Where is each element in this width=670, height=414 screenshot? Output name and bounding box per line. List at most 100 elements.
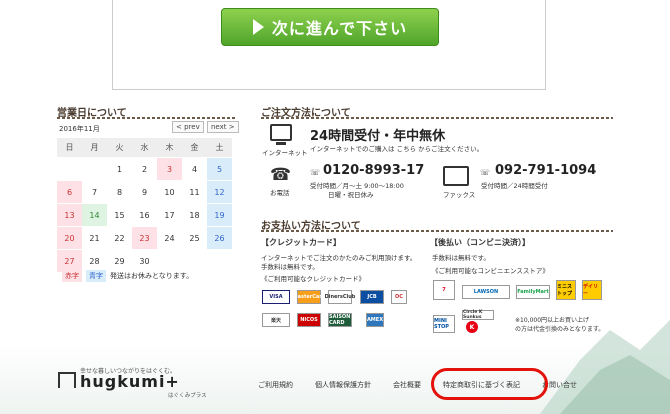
- nicos-logo: NICOS: [297, 313, 321, 327]
- day-cell: [157, 250, 182, 272]
- calendar-month: 2016年11月: [59, 125, 100, 133]
- house-icon: [58, 372, 76, 388]
- calendar-legend: 赤字 青字 発送はお休みとなります。: [62, 270, 193, 282]
- day-cell: 7: [91, 187, 98, 197]
- day-cell: 9: [141, 187, 148, 197]
- day-cell: 6: [57, 181, 82, 203]
- weekday-sat: 土: [207, 138, 232, 157]
- daily-logo: デイリー: [582, 280, 602, 300]
- day-cell: 15: [114, 210, 125, 220]
- day-cell: 23: [132, 227, 157, 249]
- day-cell: 4: [191, 164, 198, 174]
- footer-logo[interactable]: hugkumi+: [80, 372, 180, 391]
- monitor-stand: [276, 142, 286, 145]
- seven-eleven-logo: 7: [433, 280, 455, 300]
- mastercard-logo: MasterCard: [293, 290, 325, 304]
- legend-text: 発送はお休みとなります。: [110, 272, 194, 280]
- phone-label: お電話: [270, 189, 290, 197]
- credit-cards-title: 《ご利用可能なクレジットカード》: [261, 275, 365, 283]
- day-cell: 17: [164, 210, 175, 220]
- conv-stores-title: 《ご利用可能なコンビニエンスストア》: [432, 267, 549, 275]
- day-cell: 3: [157, 158, 182, 180]
- mini-stop-logo: MINI STOP: [433, 315, 455, 333]
- diners-logo: DinersClub: [325, 290, 355, 304]
- freedial-icon: ☏: [310, 168, 321, 177]
- internet-subtext: インターネットでのご購入は こちら からご注文ください。: [310, 145, 484, 153]
- divider: [261, 230, 613, 232]
- weekday-sun: 日: [57, 138, 82, 157]
- freedial-icon: ☏: [480, 168, 491, 177]
- amex-logo: AMEX: [366, 313, 384, 327]
- day-cell: 19: [207, 204, 232, 226]
- next-step-label: 次に進んで下さい: [271, 19, 408, 38]
- day-cell: 25: [189, 233, 200, 243]
- credit-desc-2: 手数料は無料です。: [261, 263, 319, 271]
- play-icon: [252, 19, 264, 35]
- footer-link-company[interactable]: 会社概要: [393, 380, 421, 390]
- monitor-icon: [270, 124, 292, 141]
- day-cell: 30: [139, 256, 150, 266]
- next-step-button[interactable]: 次に進んで下さい: [221, 8, 439, 46]
- conv-desc: 手数料は無料です。: [432, 254, 490, 262]
- circle-k-sunkus-label: Circle K Sunkus: [462, 310, 494, 320]
- visa-logo: VISA: [262, 290, 290, 304]
- saison-logo: SAISON CARD: [328, 313, 352, 327]
- divider: [261, 117, 613, 119]
- ministop-alt-logo: ミニストップ: [556, 280, 576, 300]
- day-cell: 12: [207, 181, 232, 203]
- day-cell: [182, 250, 207, 272]
- day-cell-today: 14: [82, 204, 107, 226]
- highlight-circle: [431, 368, 548, 400]
- phone-number: 0120-8993-17: [323, 163, 425, 178]
- footer-link-terms[interactable]: ご利用規約: [258, 380, 293, 390]
- day-cell: 28: [89, 256, 100, 266]
- day-cell: 26: [207, 227, 232, 249]
- calendar-next-button[interactable]: next >: [207, 121, 239, 133]
- weekday-mon: 月: [82, 138, 107, 157]
- day-cell: [207, 250, 232, 272]
- phone-holidays: 日曜・祝日休み: [328, 191, 374, 199]
- day-cell: 10: [164, 187, 175, 197]
- day-cell: 2: [141, 164, 148, 174]
- divider: [57, 117, 235, 119]
- fax-icon: [443, 166, 469, 186]
- fax-label: ファックス: [443, 191, 476, 199]
- day-cell: 24: [164, 233, 175, 243]
- weekday-tue: 火: [107, 138, 132, 157]
- jcb-logo: JCB: [360, 290, 384, 304]
- legend-red-badge: 赤字: [62, 270, 82, 282]
- weekday-wed: 水: [132, 138, 157, 157]
- familymart-logo: FamilyMart: [516, 285, 550, 299]
- internet-label: インターネット: [262, 149, 308, 157]
- day-cell: 13: [57, 204, 82, 226]
- circle-k-logo: K: [466, 321, 478, 333]
- day-cell: 5: [207, 158, 232, 180]
- weekday-thu: 木: [157, 138, 182, 157]
- internet-headline: 24時間受付・年中無休: [310, 129, 446, 144]
- credit-title: 【クレジットカード】: [261, 238, 341, 247]
- business-calendar: 日 月 火 水 木 金 土 1 2 3 4 5 6 7 8 9 10 11 12…: [57, 137, 232, 273]
- day-cell: 21: [89, 233, 100, 243]
- conv-title: 【後払い（コンビニ決済）】: [430, 238, 530, 247]
- weekday-fri: 金: [182, 138, 207, 157]
- phone-icon: ☎: [270, 165, 292, 185]
- day-cell: [82, 158, 107, 180]
- footer-link-privacy[interactable]: 個人情報保護方針: [315, 380, 371, 390]
- day-cell: 8: [116, 187, 123, 197]
- oc-logo: OC: [391, 290, 407, 304]
- day-cell: 27: [57, 250, 82, 272]
- day-cell: 16: [139, 210, 150, 220]
- legend-blue-badge: 青字: [86, 270, 106, 282]
- day-cell: 18: [189, 210, 200, 220]
- day-cell: 20: [57, 227, 82, 249]
- day-cell: [57, 158, 82, 180]
- rakuten-logo: 楽天: [262, 313, 290, 327]
- footer-logo-sub: はぐくみプラス: [168, 393, 207, 399]
- fax-hours: 受付時間／24時間受付: [481, 182, 548, 190]
- day-cell: 22: [114, 233, 125, 243]
- mountain-illustration: [540, 320, 670, 414]
- day-cell: 29: [114, 256, 125, 266]
- calendar-prev-button[interactable]: < prev: [172, 121, 204, 133]
- lawson-logo: LAWSON: [462, 285, 510, 299]
- day-cell: 11: [189, 187, 200, 197]
